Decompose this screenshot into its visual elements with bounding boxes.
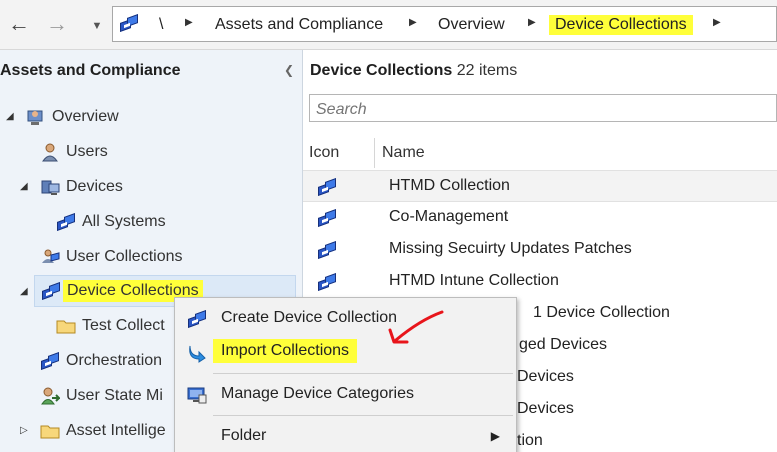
tree-item-label: Devices — [66, 178, 123, 195]
column-header-icon[interactable]: Icon — [303, 138, 375, 168]
collapse-pane-icon[interactable]: ❮ — [284, 63, 294, 77]
tree-item-label: Asset Intellige — [66, 422, 166, 439]
menu-separator — [213, 415, 513, 416]
breadcrumb-device-collections[interactable]: Device Collections — [549, 15, 693, 35]
address-toolbar: ← → ▼ \ ▶ Assets and Compliance ▶ Overvi… — [0, 0, 777, 50]
tree-item-label: All Systems — [82, 213, 166, 230]
forward-arrow-icon[interactable]: → — [44, 11, 70, 37]
tree-item-label: Overview — [52, 108, 119, 125]
folder-icon — [56, 316, 76, 336]
table-row[interactable]: Missing Secuirty Updates Patches — [303, 234, 777, 266]
tree-item-label: Test Collect — [82, 317, 165, 334]
folder-icon — [40, 421, 60, 441]
menu-separator — [213, 373, 513, 374]
table-row[interactable]: HTMD Intune Collection — [303, 266, 777, 298]
breadcrumb-separator-icon: ▶ — [409, 17, 417, 28]
row-name: Co-Management — [389, 208, 509, 225]
red-annotation-arrow-icon — [388, 310, 444, 344]
expanded-triangle-icon[interactable]: ◢ — [20, 181, 28, 192]
menu-item-folder[interactable]: Folder ▶ — [175, 420, 516, 452]
user-collection-icon — [40, 247, 60, 267]
history-dropdown-icon[interactable]: ▼ — [84, 13, 110, 39]
tree-item-label: User State Mi — [66, 387, 163, 404]
menu-item-create-device-collection[interactable]: Create Device Collection — [175, 302, 516, 336]
tree-item-label: User Collections — [66, 248, 183, 265]
tree-item-orchestration[interactable]: Orchestration — [40, 347, 162, 375]
breadcrumb-separator-icon: ▶ — [528, 17, 536, 28]
tree-item-users[interactable]: Users — [40, 138, 108, 166]
collection-icon — [119, 13, 139, 33]
collection-icon — [317, 208, 337, 228]
back-arrow-icon[interactable]: ← — [6, 11, 32, 37]
address-bar[interactable]: \ ▶ Assets and Compliance ▶ Overview ▶ D… — [112, 6, 777, 42]
user-state-migration-icon — [40, 386, 62, 406]
breadcrumb-overview[interactable]: Overview — [438, 15, 505, 35]
row-name: Missing Secuirty Updates Patches — [389, 240, 632, 257]
expanded-triangle-icon[interactable]: ◢ — [20, 286, 28, 297]
import-arrow-icon — [187, 343, 207, 368]
collection-icon — [40, 351, 60, 371]
collection-icon — [317, 272, 337, 292]
menu-item-label: Manage Device Categories — [221, 385, 414, 402]
tree-item-all-systems[interactable]: All Systems — [56, 208, 166, 236]
expanded-triangle-icon[interactable]: ◢ — [6, 111, 14, 122]
tree-item-overview[interactable]: Overview — [26, 103, 119, 131]
tree-item-user-collections[interactable]: User Collections — [40, 243, 182, 271]
create-collection-icon — [187, 309, 207, 329]
collection-icon — [317, 240, 337, 260]
row-name: tion — [517, 432, 543, 449]
results-count: 22 items — [456, 62, 518, 79]
devices-icon — [40, 177, 60, 197]
results-title: Device Collections — [310, 62, 453, 79]
row-name: ged Devices — [519, 336, 608, 353]
tree-item-user-state-migration[interactable]: User State Mi — [40, 382, 163, 410]
tree-item-devices[interactable]: Devices — [40, 173, 123, 201]
collection-icon — [56, 212, 76, 232]
breadcrumb-separator-icon: ▶ — [713, 17, 721, 28]
tree-item-label: Orchestration — [66, 352, 163, 369]
row-name: Devices — [517, 368, 574, 385]
menu-item-manage-device-categories[interactable]: Manage Device Categories — [175, 378, 516, 412]
menu-item-label: Import Collections — [213, 339, 358, 363]
overview-icon — [26, 107, 46, 127]
search-input[interactable] — [309, 94, 777, 122]
row-name: HTMD Intune Collection — [389, 272, 559, 289]
tree-item-label: Users — [66, 143, 108, 160]
table-row[interactable]: Co-Management — [303, 202, 777, 234]
column-header-name[interactable]: Name — [376, 138, 777, 168]
table-row[interactable]: HTMD Collection — [303, 170, 777, 202]
breadcrumb-root[interactable]: \ — [159, 15, 163, 35]
tree-item-test-collections[interactable]: Test Collect — [56, 312, 165, 340]
menu-item-label: Folder — [221, 427, 267, 444]
collection-icon — [317, 177, 337, 197]
device-categories-icon — [187, 385, 207, 410]
row-name: Devices — [517, 400, 574, 417]
tree-item-asset-intelligence[interactable]: Asset Intellige — [40, 417, 166, 445]
row-name: HTMD Collection — [389, 177, 510, 194]
row-name: 1 Device Collection — [533, 304, 670, 321]
navigation-pane-title: Assets and Compliance — [0, 62, 181, 79]
menu-item-label: Create Device Collection — [221, 309, 398, 326]
menu-item-import-collections[interactable]: Import Collections — [175, 336, 516, 370]
context-menu: Create Device Collection Import Collecti… — [174, 297, 517, 452]
collection-icon — [41, 281, 61, 301]
breadcrumb-separator-icon: ▶ — [185, 17, 193, 28]
submenu-arrow-icon: ▶ — [490, 429, 500, 443]
results-header: Device Collections 22 items — [310, 62, 517, 80]
breadcrumb-assets-and-compliance[interactable]: Assets and Compliance — [215, 15, 383, 35]
collapsed-triangle-icon[interactable]: ▷ — [20, 425, 28, 436]
user-icon — [40, 142, 60, 162]
